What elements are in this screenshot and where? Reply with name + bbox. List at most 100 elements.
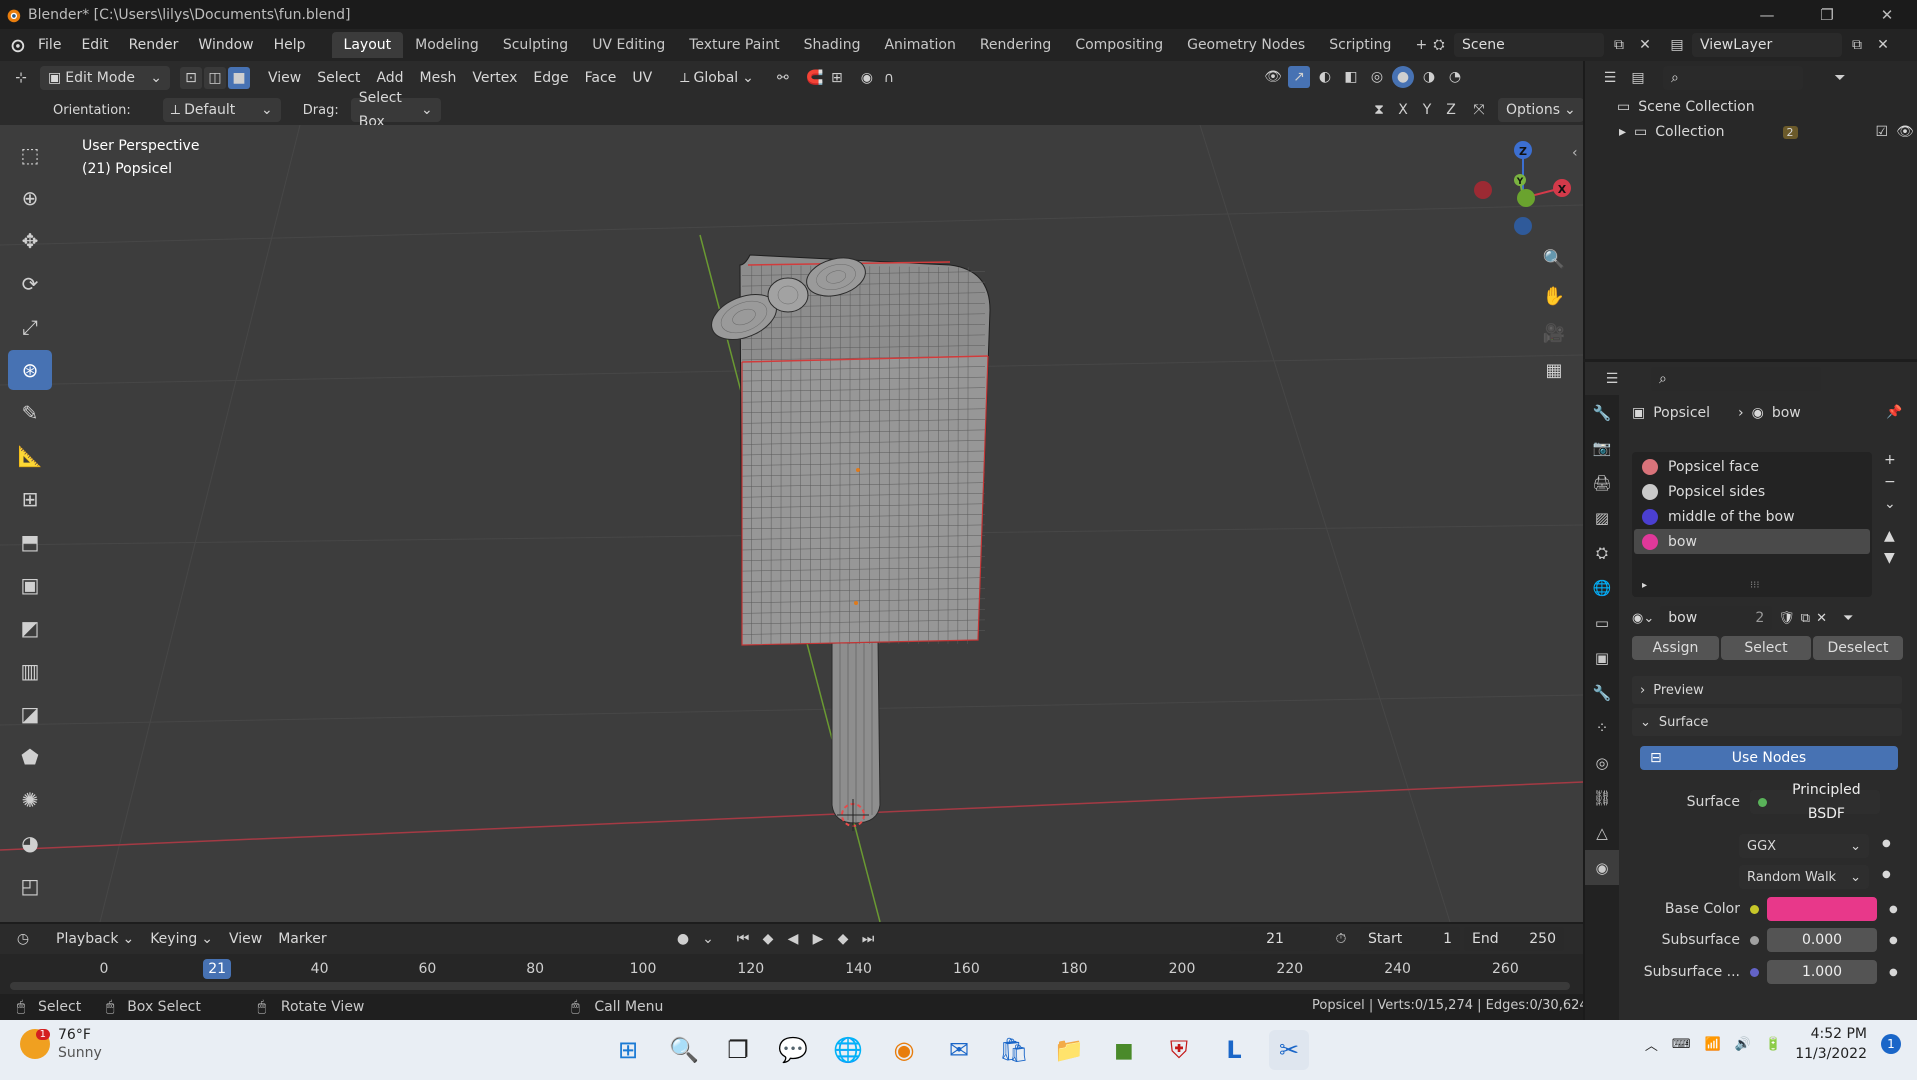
- subsurface-method-dropdown[interactable]: Random Walk ⌄: [1739, 865, 1869, 889]
- menu-edit[interactable]: Edit: [71, 37, 118, 53]
- view-layer-icon[interactable]: ▤: [1666, 34, 1688, 56]
- l-app-icon[interactable]: L: [1214, 1030, 1254, 1070]
- transform-orientation-selector[interactable]: ⟂ Global ⌄: [672, 66, 762, 90]
- use-nodes-button[interactable]: ⊟ Use Nodes: [1640, 746, 1898, 770]
- menu-file[interactable]: File: [28, 37, 71, 53]
- mail-icon[interactable]: ✉: [939, 1030, 979, 1070]
- select-button[interactable]: Select: [1721, 636, 1811, 660]
- mode-selector[interactable]: ▣ Edit Mode ⌄: [40, 66, 170, 90]
- falloff-icon[interactable]: ∩: [878, 67, 900, 89]
- keying-menu[interactable]: Keying ⌄: [142, 927, 221, 951]
- teams-chat-icon[interactable]: 💬: [773, 1030, 813, 1070]
- measure-tool-icon[interactable]: 📐: [8, 436, 52, 476]
- socket-dot-icon[interactable]: ●: [1889, 967, 1898, 978]
- close-button[interactable]: ✕: [1864, 0, 1910, 29]
- properties-editor-icon[interactable]: ☰: [1601, 368, 1623, 390]
- tab-uv-editing[interactable]: UV Editing: [580, 32, 677, 58]
- world-tab-icon[interactable]: 🌐: [1585, 570, 1619, 605]
- eye-icon[interactable]: 👁: [1896, 124, 1914, 140]
- tab-geometry-nodes[interactable]: Geometry Nodes: [1175, 32, 1317, 58]
- prev-keyframe-icon[interactable]: ◆: [757, 928, 779, 950]
- blender-menu-icon[interactable]: [6, 34, 28, 56]
- bevel-tool-icon[interactable]: ◩: [8, 608, 52, 648]
- render-tab-icon[interactable]: 📷: [1585, 430, 1619, 465]
- timeline-view-menu[interactable]: View: [221, 927, 270, 951]
- orientation-selector[interactable]: ⟂ Default ⌄: [162, 98, 281, 122]
- preview-panel-header[interactable]: › Preview: [1632, 676, 1902, 704]
- minimize-button[interactable]: —: [1744, 0, 1790, 29]
- start-frame-field[interactable]: Start 1: [1360, 927, 1460, 951]
- play-icon[interactable]: ▶: [807, 928, 829, 950]
- rotate-tool-icon[interactable]: ⟳: [8, 264, 52, 304]
- annotate-tool-icon[interactable]: ✎: [8, 393, 52, 433]
- display-mode-icon[interactable]: ▤: [1627, 67, 1649, 89]
- perspective-toggle-icon[interactable]: ▦: [1538, 354, 1570, 386]
- material-shading-icon[interactable]: ◑: [1418, 66, 1440, 88]
- menu-render[interactable]: Render: [119, 37, 189, 53]
- tab-shading[interactable]: Shading: [792, 32, 873, 58]
- mcafee-icon[interactable]: ⛨: [1159, 1030, 1199, 1070]
- material-name-field[interactable]: bow 2: [1660, 606, 1773, 630]
- blender-taskbar-icon[interactable]: ◉: [884, 1030, 924, 1070]
- jump-end-icon[interactable]: ⏭: [857, 928, 879, 950]
- 3d-viewport[interactable]: Z X Y 🔍 ✋ 🎥 ▦ ‹: [0, 125, 1583, 922]
- loop-cut-tool-icon[interactable]: ▥: [8, 651, 52, 691]
- auto-merge-icon[interactable]: ⤧: [1468, 99, 1490, 121]
- move-up-icon[interactable]: ▲: [1884, 528, 1896, 544]
- editor-type-icon[interactable]: ⊹: [10, 67, 32, 89]
- tab-rendering[interactable]: Rendering: [968, 32, 1064, 58]
- menu-uv[interactable]: UV: [624, 66, 660, 90]
- add-slot-button[interactable]: +: [1884, 452, 1896, 468]
- move-down-icon[interactable]: ▼: [1884, 550, 1896, 566]
- socket-dot-icon[interactable]: ●: [1889, 904, 1898, 915]
- scene-tab-icon[interactable]: ⛭: [1585, 535, 1619, 570]
- float-socket-icon[interactable]: [1750, 935, 1759, 945]
- constraints-tab-icon[interactable]: ⛓: [1585, 780, 1619, 815]
- subsurface-radius-field[interactable]: 1.000: [1767, 960, 1877, 984]
- distribution-dropdown[interactable]: GGX ⌄: [1739, 834, 1869, 858]
- gizmo-toggle-icon[interactable]: ↗: [1288, 66, 1310, 88]
- task-view-icon[interactable]: ❐: [718, 1030, 758, 1070]
- keying-set-icon[interactable]: ⌄: [697, 928, 719, 950]
- axis-x-toggle[interactable]: X: [1392, 99, 1414, 121]
- move-tool-icon[interactable]: ✥: [8, 221, 52, 261]
- cursor-tool-icon[interactable]: ⊕: [8, 178, 52, 218]
- tab-scripting[interactable]: Scripting: [1317, 32, 1403, 58]
- timeline-ruler[interactable]: 020406080100120140160180200220240260 21: [0, 954, 1583, 994]
- delete-view-layer-icon[interactable]: ✕: [1872, 34, 1894, 56]
- list-resize-handle[interactable]: ⁝⁝⁝: [1750, 580, 1760, 591]
- edge-browser-icon[interactable]: 🌐: [828, 1030, 868, 1070]
- vertex-select-icon[interactable]: ⊡: [180, 67, 202, 89]
- select-box-tool-icon[interactable]: ⬚: [8, 135, 52, 175]
- overlay-toggle-icon[interactable]: ◐: [1314, 66, 1336, 88]
- store-icon[interactable]: 🛍: [994, 1030, 1034, 1070]
- outliner-row-collection[interactable]: ▸ ▭ Collection 2 ☑ 👁 📷: [1585, 119, 1917, 145]
- speaker-icon[interactable]: 🔊: [1735, 1037, 1751, 1052]
- output-tab-icon[interactable]: 🖨: [1585, 465, 1619, 500]
- new-scene-icon[interactable]: ⧉: [1608, 34, 1630, 56]
- poly-build-tool-icon[interactable]: ⬟: [8, 737, 52, 777]
- slot-specials-icon[interactable]: ⌄: [1884, 496, 1896, 512]
- duplicate-material-icon[interactable]: ⧉: [1801, 611, 1810, 626]
- knife-tool-icon[interactable]: ◪: [8, 694, 52, 734]
- link-filter-icon[interactable]: ⏷: [1843, 611, 1853, 626]
- assign-button[interactable]: Assign: [1632, 636, 1719, 660]
- snap-icon[interactable]: 🧲: [804, 67, 826, 89]
- current-frame-field[interactable]: 21: [1230, 927, 1320, 951]
- object-tab-icon[interactable]: ▣: [1585, 640, 1619, 675]
- tab-compositing[interactable]: Compositing: [1063, 32, 1175, 58]
- windows-start-icon[interactable]: ⊞: [608, 1030, 648, 1070]
- browse-material-icon[interactable]: ◉⌄: [1632, 611, 1654, 626]
- material-slot[interactable]: middle of the bow: [1634, 504, 1870, 529]
- wireframe-shading-icon[interactable]: ◎: [1366, 66, 1388, 88]
- scale-tool-icon[interactable]: ⤢: [8, 307, 52, 347]
- record-icon[interactable]: ●: [672, 928, 694, 950]
- weather-widget[interactable]: 1 76°F Sunny: [20, 1026, 102, 1062]
- tool-tab-icon[interactable]: 🔧: [1585, 395, 1619, 430]
- timeline-scrollbar[interactable]: [10, 982, 1570, 990]
- scene-selector[interactable]: Scene: [1454, 33, 1604, 57]
- axis-z-toggle[interactable]: Z: [1440, 99, 1462, 121]
- xray-toggle-icon[interactable]: ◧: [1340, 66, 1362, 88]
- material-tab-icon[interactable]: ◉: [1585, 850, 1619, 885]
- options-dropdown[interactable]: Options ⌄: [1498, 98, 1584, 122]
